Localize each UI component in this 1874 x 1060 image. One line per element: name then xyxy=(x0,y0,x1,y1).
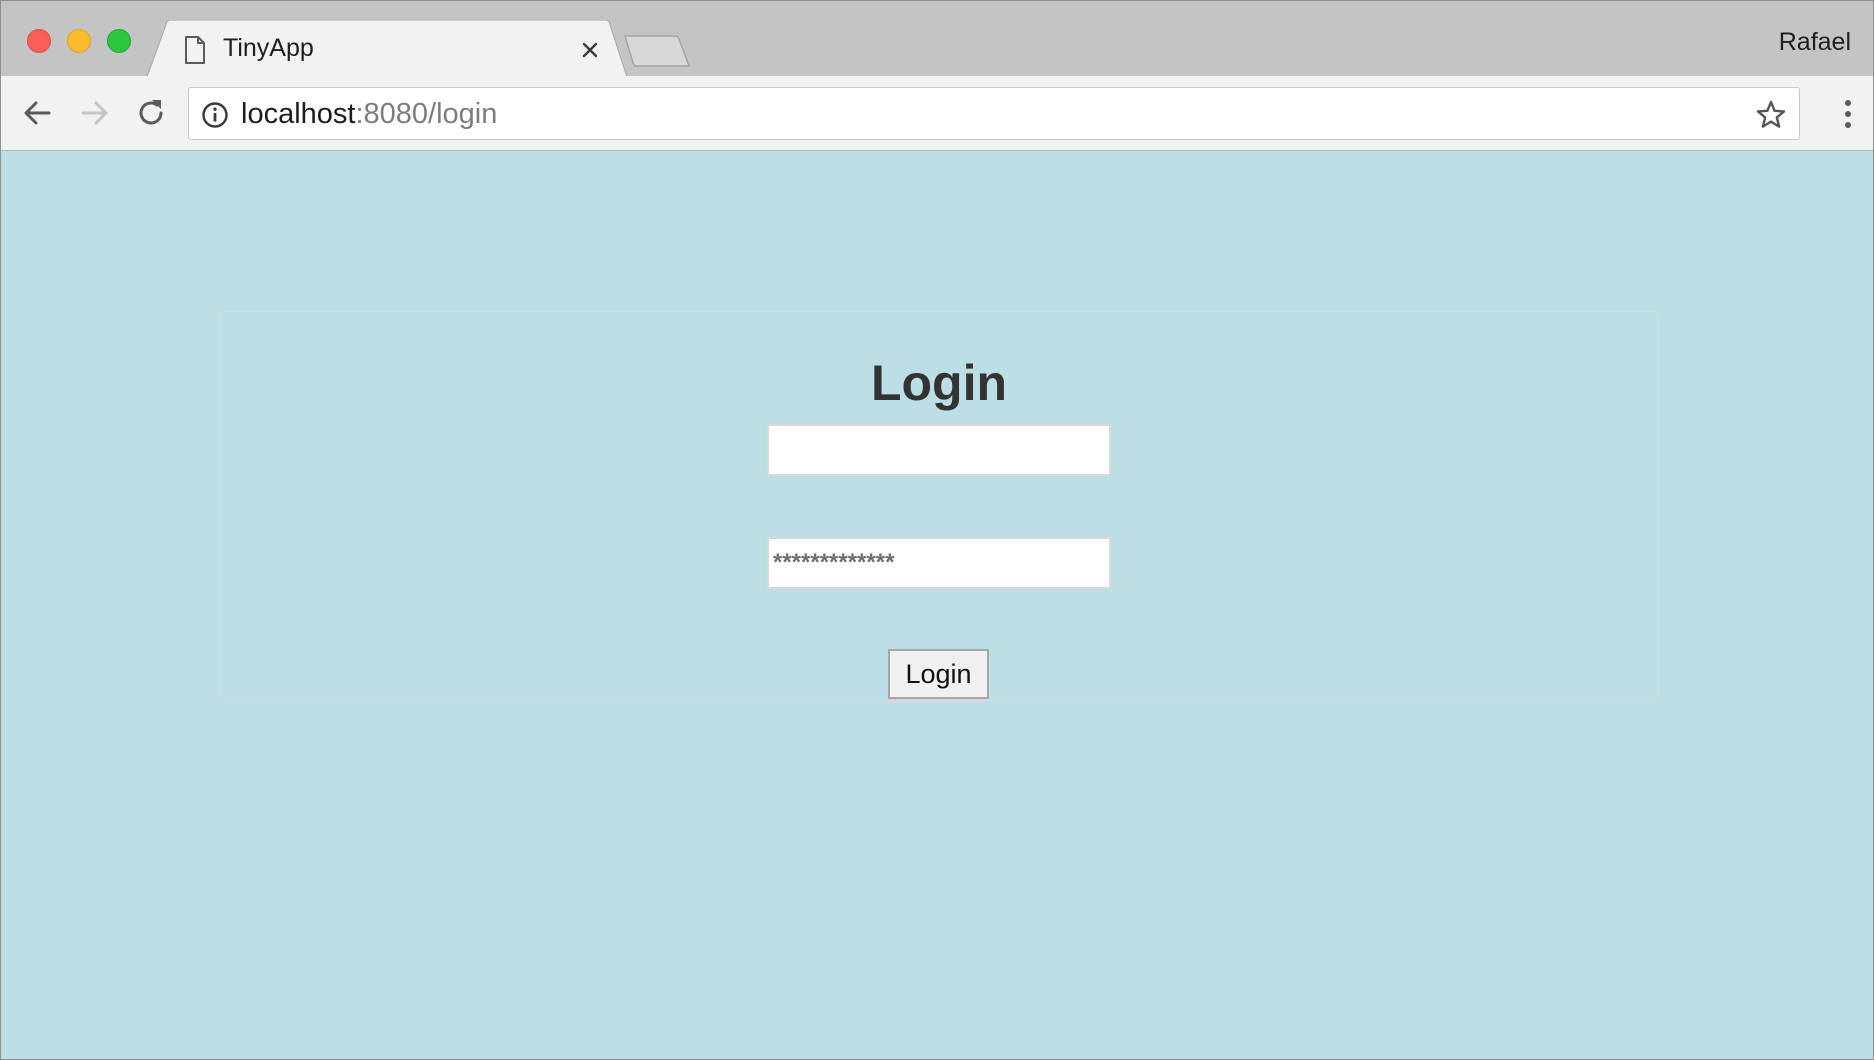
tab-title: TinyApp xyxy=(223,34,314,62)
close-tab-icon[interactable] xyxy=(575,35,605,65)
url-host: localhost xyxy=(241,98,356,130)
document-icon xyxy=(185,36,205,64)
new-tab-button[interactable] xyxy=(623,34,693,68)
bookmark-star-icon[interactable] xyxy=(1755,99,1787,131)
forward-arrow-icon[interactable] xyxy=(75,94,113,132)
tab-tinyapp[interactable]: TinyApp xyxy=(147,20,627,77)
url-text[interactable]: localhost:8080/login xyxy=(241,98,497,131)
login-heading: Login xyxy=(870,355,1008,411)
window-maximize-button[interactable] xyxy=(107,29,131,53)
tab-shape xyxy=(147,20,627,77)
back-arrow-icon[interactable] xyxy=(19,94,57,132)
address-bar[interactable]: localhost:8080/login xyxy=(188,87,1800,140)
login-button[interactable]: Login xyxy=(888,649,989,699)
tab-strip: TinyApp Rafael xyxy=(1,1,1873,77)
reload-icon[interactable] xyxy=(132,94,170,132)
password-field[interactable] xyxy=(767,537,1111,589)
kebab-menu-icon[interactable] xyxy=(1843,98,1853,130)
window-minimize-button[interactable] xyxy=(67,29,91,53)
url-path: :8080/login xyxy=(355,98,498,130)
window-close-button[interactable] xyxy=(27,29,51,53)
info-icon[interactable] xyxy=(201,101,229,129)
email-field[interactable] xyxy=(767,424,1111,476)
page-viewport: Login Login xyxy=(1,151,1873,1059)
login-form: Login Login xyxy=(219,311,1659,701)
profile-name[interactable]: Rafael xyxy=(1779,28,1851,57)
browser-toolbar: localhost:8080/login xyxy=(1,76,1873,151)
browser-window: TinyApp Rafael localhost:8080/login Logi… xyxy=(0,0,1874,1060)
